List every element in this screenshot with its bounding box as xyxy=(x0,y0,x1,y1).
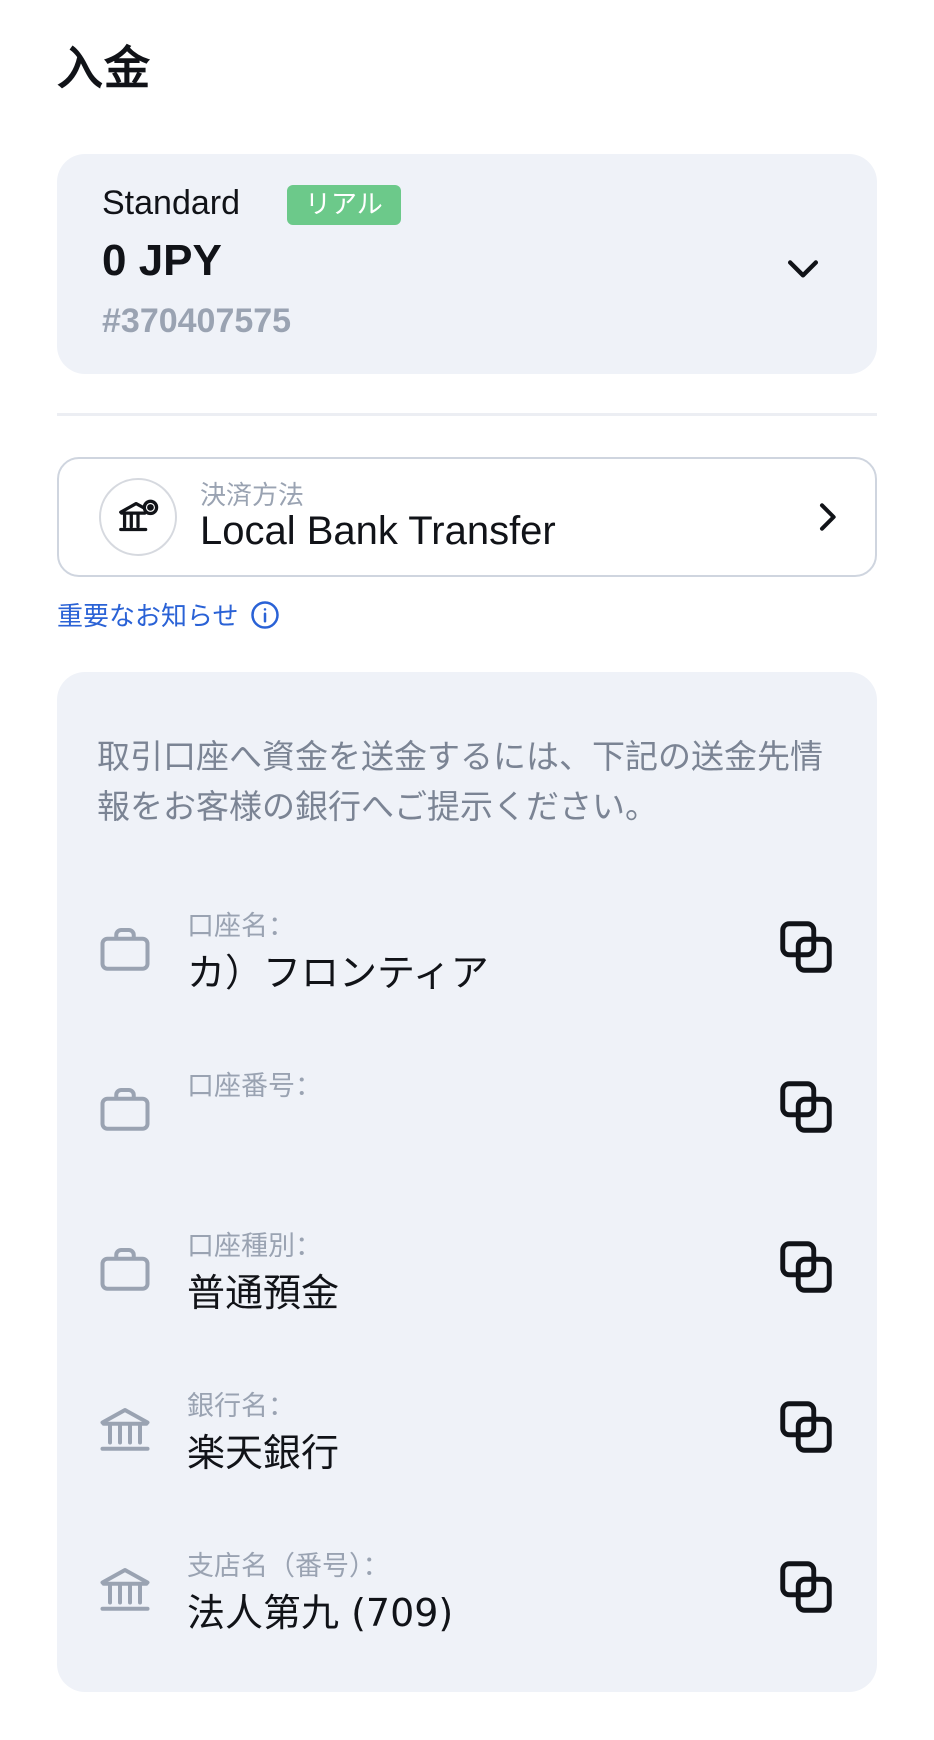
account-status-badge: リアル xyxy=(287,185,401,225)
bank-icon xyxy=(100,1568,150,1611)
chevron-down-icon[interactable] xyxy=(781,246,825,290)
account-name-label: 口座名： xyxy=(187,911,295,942)
account-type-value: 普通預金 xyxy=(187,1271,340,1315)
account-selector[interactable]: Standard リアル 0 JPY #370407575 xyxy=(57,154,877,374)
account-type-label: 口座種別： xyxy=(187,1231,322,1262)
important-notice-link[interactable]: 重要なお知らせ xyxy=(57,596,280,633)
divider xyxy=(57,413,877,416)
copy-icon[interactable] xyxy=(775,1076,837,1138)
payment-method-value: Local Bank Transfer xyxy=(200,509,556,553)
detail-row-account-number: 口座番号： xyxy=(57,1046,877,1186)
detail-row-account-type: 口座種別： 普通預金 xyxy=(57,1206,877,1346)
briefcase-icon xyxy=(100,1088,150,1131)
chevron-right-icon xyxy=(820,503,836,531)
account-number: #370407575 xyxy=(102,302,292,340)
bank-name-label: 銀行名： xyxy=(187,1391,295,1422)
bank-icon xyxy=(100,1408,150,1451)
detail-row-account-name: 口座名： カ）フロンティア xyxy=(57,886,877,1026)
briefcase-icon xyxy=(100,1248,150,1291)
account-number-label: 口座番号： xyxy=(187,1071,322,1102)
copy-icon[interactable] xyxy=(775,916,837,978)
transfer-instruction: 取引口座へ資金を送金するには、下記の送金先情報をお客様の銀行へご提示ください。 xyxy=(97,737,823,826)
account-balance: 0 JPY xyxy=(102,236,222,285)
branch-name-value: 法人第九 (709) xyxy=(187,1591,454,1635)
account-name-value: カ）フロンティア xyxy=(187,951,489,995)
bank-details-panel: 取引口座へ資金を送金するには、下記の送金先情報をお客様の銀行へご提示ください。 … xyxy=(57,672,877,1692)
important-notice-label: 重要なお知らせ xyxy=(57,602,239,632)
branch-name-label: 支店名（番号）： xyxy=(187,1551,390,1582)
bank-name-value: 楽天銀行 xyxy=(187,1431,340,1475)
copy-icon[interactable] xyxy=(775,1556,837,1618)
detail-row-branch-name: 支店名（番号）： 法人第九 (709) xyxy=(57,1526,877,1666)
account-type: Standard xyxy=(102,184,240,222)
detail-row-bank-name: 銀行名： 楽天銀行 xyxy=(57,1366,877,1506)
payment-method-label: 決済方法 xyxy=(200,481,305,511)
info-icon xyxy=(251,600,280,629)
bank-icon xyxy=(99,478,177,556)
page-title: 入金 xyxy=(57,41,151,95)
briefcase-icon xyxy=(100,928,150,971)
payment-method-selector[interactable]: 決済方法 Local Bank Transfer xyxy=(57,457,877,577)
copy-icon[interactable] xyxy=(775,1396,837,1458)
copy-icon[interactable] xyxy=(775,1236,837,1298)
